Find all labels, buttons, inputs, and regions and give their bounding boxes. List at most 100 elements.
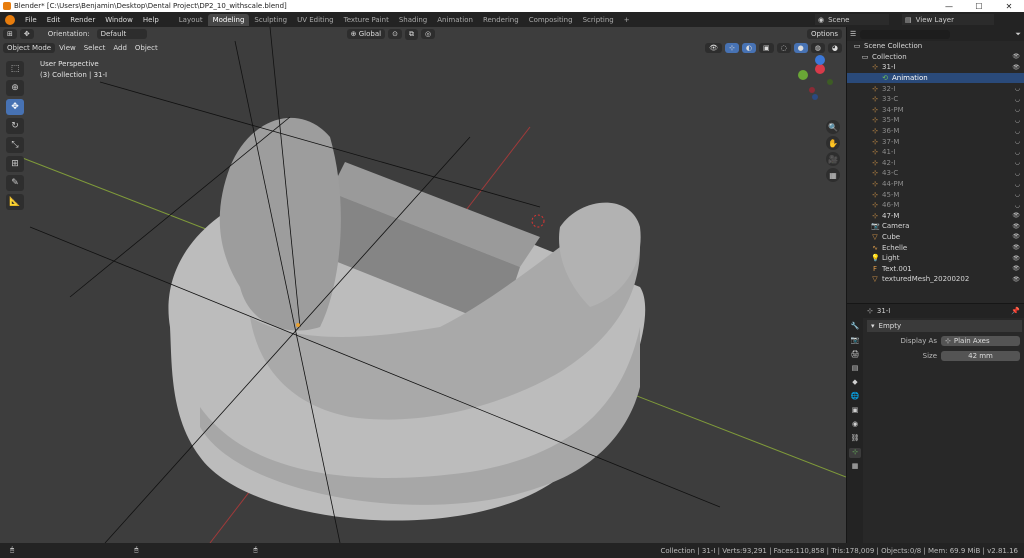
display-as-dropdown[interactable]: ⊹ Plain Axes <box>941 336 1020 346</box>
gizmo-toggle-button[interactable]: ⊹ <box>724 43 739 53</box>
menu-object[interactable]: Object <box>131 43 162 53</box>
scene-tab-icon[interactable]: ◆ <box>849 378 861 388</box>
outliner-item[interactable]: ⊹ 36-M ◡ <box>847 126 1024 137</box>
shading-material-button[interactable]: ◍ <box>810 43 825 53</box>
tab-shading[interactable]: Shading <box>394 14 432 26</box>
outliner-scene-collection[interactable]: ▭ Scene Collection <box>847 41 1024 52</box>
grid-view-icon[interactable]: ▦ <box>826 168 840 182</box>
outliner-item[interactable]: ⊹ 34-PM ◡ <box>847 105 1024 116</box>
add-workspace-button[interactable]: + <box>619 14 635 26</box>
eye-icon[interactable]: ◡ <box>1015 170 1020 177</box>
snap-button[interactable]: ⧉ <box>404 28 418 40</box>
eye-icon[interactable]: ◡ <box>1015 85 1020 92</box>
shading-wireframe-button[interactable]: ◌ <box>776 43 791 53</box>
rotate-tool[interactable]: ↻ <box>6 118 24 134</box>
menu-add[interactable]: Add <box>109 43 131 53</box>
editor-type-button[interactable]: ⊞ <box>3 29 17 39</box>
outliner-editor-icon[interactable]: ☰ <box>850 30 856 38</box>
empty-data-tab-icon[interactable]: ⊹ <box>849 448 861 458</box>
outliner-item[interactable]: ⊹ 41-I ◡ <box>847 147 1024 158</box>
maximize-button[interactable]: ☐ <box>964 2 994 11</box>
eye-icon[interactable]: 👁 <box>1012 212 1020 219</box>
eye-icon[interactable]: ◡ <box>1015 106 1020 113</box>
menu-help[interactable]: Help <box>138 16 164 24</box>
eye-icon[interactable]: 👁 <box>1012 53 1020 60</box>
eye-icon[interactable]: 👁 <box>1012 233 1020 240</box>
outliner-item[interactable]: ▽ texturedMesh_20200202 👁 <box>847 274 1024 285</box>
output-tab-icon[interactable]: 🖨 <box>849 350 861 360</box>
eye-icon[interactable]: 👁 <box>1012 265 1020 272</box>
hand-pan-icon[interactable]: ✋ <box>826 136 840 150</box>
tab-rendering[interactable]: Rendering <box>478 14 524 26</box>
outliner-item[interactable]: ⊹ 35-M ◡ <box>847 115 1024 126</box>
menu-window[interactable]: Window <box>100 16 138 24</box>
eye-icon[interactable]: ◡ <box>1015 96 1020 103</box>
shading-rendered-button[interactable]: ◕ <box>827 43 842 53</box>
eye-icon[interactable]: ◡ <box>1015 128 1020 135</box>
scene-selector[interactable]: ◉ Scene <box>815 14 889 25</box>
size-field[interactable]: 42 mm <box>941 351 1020 361</box>
3d-viewport[interactable]: ⊞ ✥ Orientation: Default ⊕ Global ⊙ ⧉ ◎ … <box>0 27 846 543</box>
measure-tool[interactable]: 📐 <box>6 194 24 210</box>
eye-icon[interactable]: ◡ <box>1015 138 1020 145</box>
outliner-item[interactable]: ⊹ 46-M ◡ <box>847 200 1024 211</box>
view-layer-selector[interactable]: ▤ View Layer <box>902 14 994 25</box>
tab-compositing[interactable]: Compositing <box>524 14 578 26</box>
eye-icon[interactable]: 👁 <box>1012 64 1020 71</box>
world-tab-icon[interactable]: 🌐 <box>849 392 861 402</box>
cursor-tool[interactable]: ⊕ <box>6 80 24 96</box>
scene-name[interactable]: Scene <box>828 16 849 24</box>
tab-texture-paint[interactable]: Texture Paint <box>339 14 394 26</box>
tab-sculpting[interactable]: Sculpting <box>249 14 292 26</box>
move-tool[interactable]: ✥ <box>6 99 24 115</box>
constraints-tab-icon[interactable]: ⛓ <box>849 434 861 444</box>
proportional-edit-button[interactable]: ◎ <box>420 29 436 39</box>
menu-render[interactable]: Render <box>65 16 100 24</box>
physics-tab-icon[interactable]: ◉ <box>849 420 861 430</box>
outliner-item[interactable]: ▽ Cube 👁 <box>847 232 1024 243</box>
outliner-collection[interactable]: ▭ Collection 👁 <box>847 52 1024 63</box>
outliner-item[interactable]: ⊹ 47-M 👁 <box>847 211 1024 222</box>
object-mode-dropdown[interactable]: Object Mode <box>3 43 56 53</box>
tab-layout[interactable]: Layout <box>174 14 208 26</box>
tab-scripting[interactable]: Scripting <box>578 14 619 26</box>
outliner-item[interactable]: F Text.001 👁 <box>847 263 1024 274</box>
tool-tab-icon[interactable]: 🔧 <box>849 322 861 332</box>
orientation-dropdown[interactable]: Default <box>96 29 147 39</box>
eye-icon[interactable]: 👁 <box>1012 255 1020 262</box>
eye-icon[interactable]: ◡ <box>1015 181 1020 188</box>
view-layer-tab-icon[interactable]: ▤ <box>849 364 861 374</box>
eye-icon[interactable]: ◡ <box>1015 149 1020 156</box>
outliner-item[interactable]: 📷 Camera 👁 <box>847 221 1024 232</box>
render-tab-icon[interactable]: 📷 <box>849 336 861 346</box>
camera-view-icon[interactable]: 🎥 <box>826 152 840 166</box>
outliner-item[interactable]: ⟲ Animation <box>847 72 1024 84</box>
zoom-icon[interactable]: 🔍 <box>826 120 840 134</box>
outliner-item[interactable]: ∿ Echelle 👁 <box>847 242 1024 253</box>
select-box-tool[interactable]: ⬚ <box>6 61 24 77</box>
close-button[interactable]: ✕ <box>994 2 1024 11</box>
outliner-item[interactable]: ⊹ 31-I 👁 <box>847 62 1024 73</box>
empty-panel-header[interactable]: ▾ Empty <box>867 320 1022 332</box>
outliner-search-input[interactable] <box>860 29 951 39</box>
menu-edit[interactable]: Edit <box>42 16 66 24</box>
filter-icon[interactable]: ⏷ <box>1015 30 1021 39</box>
overlay-toggle-button[interactable]: ◐ <box>741 43 756 53</box>
transform-tool-button[interactable]: ✥ <box>19 29 34 39</box>
outliner-item[interactable]: ⊹ 44-PM ◡ <box>847 179 1024 190</box>
properties-object-name[interactable]: 31-I <box>877 307 891 315</box>
visibility-button[interactable]: 👁 <box>705 43 722 53</box>
texture-tab-icon[interactable]: ▦ <box>849 462 861 472</box>
eye-icon[interactable]: 👁 <box>1012 276 1020 283</box>
scale-tool[interactable]: ⤡ <box>6 137 24 153</box>
viewport-options-button[interactable]: Options <box>806 29 842 39</box>
outliner-item[interactable]: ⊹ 42-I ◡ <box>847 158 1024 169</box>
outliner-item[interactable]: 💡 Light 👁 <box>847 253 1024 264</box>
pin-icon[interactable]: 📌 <box>1011 307 1020 315</box>
pivot-button[interactable]: ⊙ <box>388 29 402 39</box>
eye-icon[interactable]: 👁 <box>1012 244 1020 251</box>
outliner-item[interactable]: ⊹ 33-C ◡ <box>847 94 1024 105</box>
eye-icon[interactable]: ◡ <box>1015 117 1020 124</box>
tab-uv-editing[interactable]: UV Editing <box>292 14 339 26</box>
outliner-item[interactable]: ⊹ 37-M ◡ <box>847 136 1024 147</box>
